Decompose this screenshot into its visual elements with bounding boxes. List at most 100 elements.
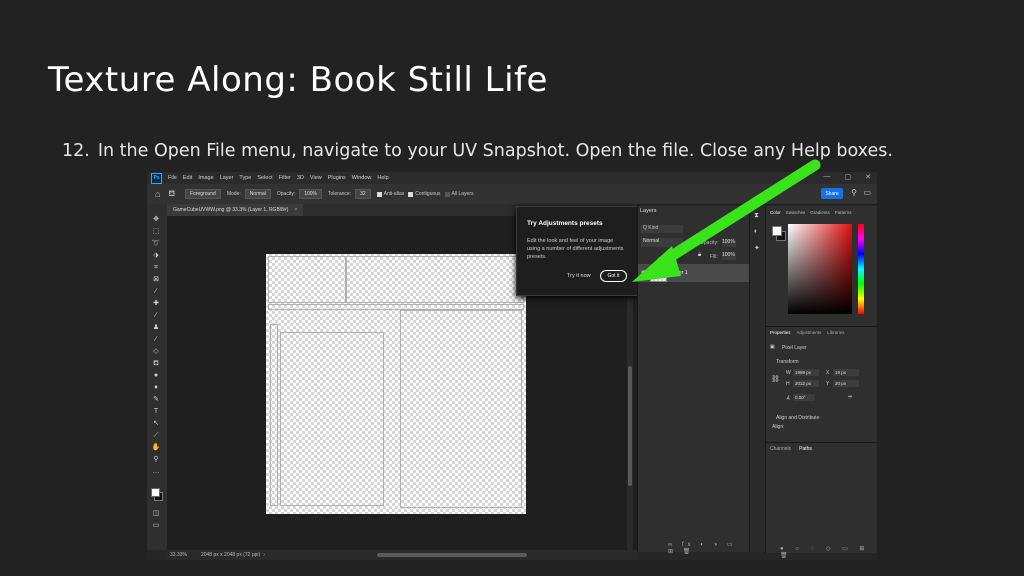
brush-panel-icon[interactable]: ✦ [754, 244, 760, 252]
layer-opacity-input[interactable]: 100% [722, 239, 736, 247]
more-tools-icon[interactable]: … [151, 468, 161, 476]
healing-tool-icon[interactable]: ✚ [151, 300, 161, 308]
x-input[interactable]: 19 px [833, 369, 859, 376]
opacity-input[interactable]: 100% [299, 189, 323, 199]
maximize-icon[interactable]: ▢ [845, 173, 852, 181]
eraser-tool-icon[interactable]: ◇ [151, 348, 161, 356]
object-select-tool-icon[interactable]: ⬗ [151, 252, 161, 260]
fill-input[interactable]: 100% [722, 252, 736, 260]
layer-row[interactable]: ◉ Layer 1 [638, 264, 750, 282]
tab-channels[interactable]: Channels [770, 446, 791, 452]
scroll-thumb[interactable] [628, 366, 632, 486]
tab-patterns[interactable]: Patterns [835, 210, 852, 215]
menu-plugins[interactable]: Plugins [328, 175, 346, 181]
angle-input[interactable]: 0.00° [793, 394, 815, 401]
workspace-icon[interactable]: ▭ [863, 188, 871, 197]
history-panel-icon[interactable]: ⧗ [754, 212, 759, 220]
menu-edit[interactable]: Edit [183, 175, 192, 181]
history-brush-tool-icon[interactable]: ⁄ [151, 336, 161, 344]
blend-mode-select[interactable]: Normal [641, 238, 683, 247]
menu-3d[interactable]: 3D [297, 175, 304, 181]
menu-filter[interactable]: Filter [279, 175, 291, 181]
move-tool-icon[interactable]: ✥ [151, 216, 161, 224]
flip-icon[interactable]: ⇹ [848, 394, 852, 400]
menu-file[interactable]: File [168, 175, 177, 181]
adjustments-panel-icon[interactable]: ◐ [754, 228, 758, 235]
eye-icon[interactable]: ◉ [641, 269, 646, 276]
paint-bucket-tool-icon[interactable]: ⛾ [151, 360, 161, 368]
popup-body: Edit the look and feel of your image usi… [527, 238, 624, 260]
chevron-right-icon[interactable]: › [263, 552, 265, 558]
brush-tool-icon[interactable]: ⁄ [151, 312, 161, 320]
zoom-tool-icon[interactable]: ⚲ [151, 456, 161, 464]
share-button[interactable]: Share [821, 188, 843, 199]
tab-gradients[interactable]: Gradients [810, 210, 830, 215]
menu-select[interactable]: Select [257, 175, 272, 181]
shape-tool-icon[interactable]: ⟋ [151, 432, 161, 440]
foreground-color-swatch[interactable] [151, 488, 160, 497]
pen-tool-icon[interactable]: ✎ [151, 396, 161, 404]
transform-heading[interactable]: Transform [776, 359, 799, 365]
tolerance-input[interactable]: 32 [355, 189, 371, 199]
menu-type[interactable]: Type [239, 175, 251, 181]
quick-mask-icon[interactable]: ◫ [151, 510, 161, 518]
align-heading[interactable]: Align and Distribute [776, 415, 819, 421]
home-icon[interactable]: ⌂ [155, 189, 160, 199]
document-tab[interactable]: GameCubeUVWW.png @ 33.3% (Layer 1, RGB/8… [167, 204, 304, 216]
close-icon[interactable]: ✕ [865, 173, 871, 181]
screen-mode-icon[interactable]: ▭ [151, 522, 161, 530]
tab-paths[interactable]: Paths [799, 446, 812, 452]
menu-help[interactable]: Help [377, 175, 388, 181]
layer-filter-input[interactable]: Q Kind [641, 225, 683, 233]
marquee-tool-icon[interactable]: ⬚ [151, 228, 161, 236]
checkbox-icon [376, 191, 382, 197]
tab-adjustments[interactable]: Adjustments [797, 330, 822, 335]
antialias-checkbox[interactable]: Anti-alias [376, 191, 404, 197]
status-bar: 33.33% 2048 px x 2048 px (72 ppi) › [167, 550, 637, 560]
frame-tool-icon[interactable]: ⊠ [151, 276, 161, 284]
height-input[interactable]: 2012 px [793, 380, 819, 387]
path-select-tool-icon[interactable]: ↖ [151, 420, 161, 428]
width-input[interactable]: 1989 px [793, 369, 819, 376]
paths-footer-icons[interactable]: ● ○ ◌ ◇ ▭ ⊞ 🗑︎ [780, 545, 877, 559]
menu-image[interactable]: Image [198, 175, 213, 181]
menu-window[interactable]: Window [352, 175, 372, 181]
uv-snapshot-canvas[interactable] [266, 254, 526, 514]
horizontal-scroll-thumb[interactable] [377, 553, 527, 557]
eyedropper-tool-icon[interactable]: ⁄ [151, 288, 161, 296]
layer-name[interactable]: Layer 1 [671, 270, 688, 276]
paint-bucket-icon[interactable]: ⛾ [168, 189, 175, 199]
lasso-tool-icon[interactable]: ➰ [151, 240, 161, 248]
hue-slider[interactable] [858, 224, 864, 314]
color-picker-field[interactable] [788, 224, 852, 314]
y-input[interactable]: 20 px [833, 380, 859, 387]
color-panel-tabs: Color Swatches Gradients Patterns [770, 210, 852, 215]
close-tab-icon[interactable]: × [294, 207, 297, 213]
menu-layer[interactable]: Layer [220, 175, 234, 181]
tab-libraries[interactable]: Libraries [827, 330, 844, 335]
layers-footer-icons[interactable]: ∞ fx ◐ ◑ ▭ ⊞ 🗑︎ [668, 541, 750, 555]
tab-color[interactable]: Color [770, 210, 781, 215]
mode-select[interactable]: Normal [244, 189, 271, 199]
minimize-icon[interactable]: — [824, 173, 831, 181]
stamp-tool-icon[interactable]: ♟ [151, 324, 161, 332]
foreground-swatch[interactable] [772, 226, 782, 236]
zoom-level[interactable]: 33.33% [170, 552, 187, 558]
dodge-tool-icon[interactable]: ♦ [151, 384, 161, 392]
try-it-now-button[interactable]: Try it now [567, 273, 591, 279]
tab-swatches[interactable]: Swatches [786, 210, 806, 215]
layers-tab[interactable]: Layers [640, 208, 657, 214]
contiguous-checkbox[interactable]: Contiguous [408, 191, 441, 197]
hand-tool-icon[interactable]: ✋ [151, 444, 161, 452]
type-tool-icon[interactable]: T [151, 408, 161, 416]
tab-properties[interactable]: Properties [770, 330, 791, 335]
got-it-button[interactable]: Got it [600, 270, 627, 282]
lock-icon[interactable]: 🔒︎ [698, 252, 701, 259]
sample-select[interactable]: Foreground [184, 189, 221, 199]
blur-tool-icon[interactable]: ● [151, 372, 161, 380]
crop-tool-icon[interactable]: ⌗ [151, 264, 161, 272]
search-icon[interactable]: ⚲ [851, 188, 857, 197]
menu-view[interactable]: View [310, 175, 322, 181]
link-icon[interactable]: ⛓︎ [771, 375, 780, 383]
all-layers-checkbox[interactable]: All Layers [444, 191, 473, 197]
